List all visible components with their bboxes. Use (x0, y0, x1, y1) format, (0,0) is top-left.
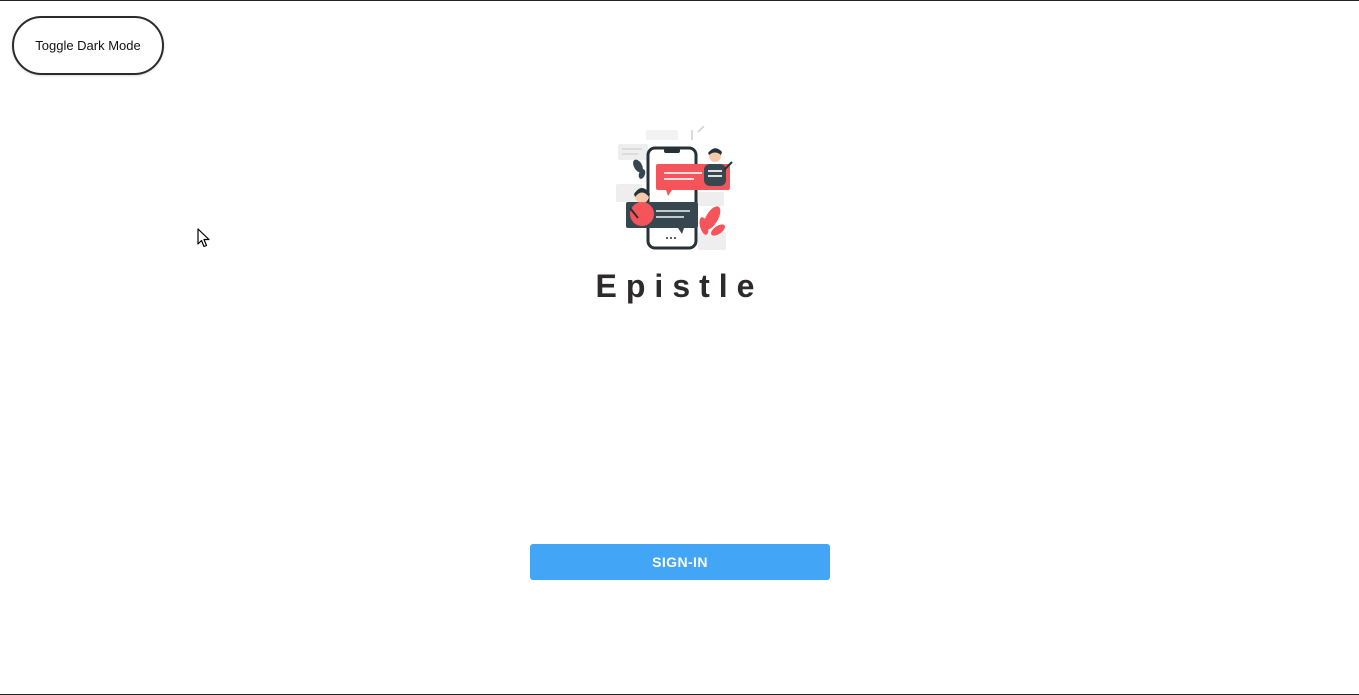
mouse-pointer-icon (197, 228, 210, 248)
page-frame (0, 0, 1359, 695)
chat-illustration-icon (616, 126, 733, 250)
sign-in-button[interactable]: SIGN-IN (530, 544, 830, 580)
app-title: Epistle (595, 268, 764, 304)
toggle-dark-mode-button[interactable]: Toggle Dark Mode (12, 16, 164, 75)
